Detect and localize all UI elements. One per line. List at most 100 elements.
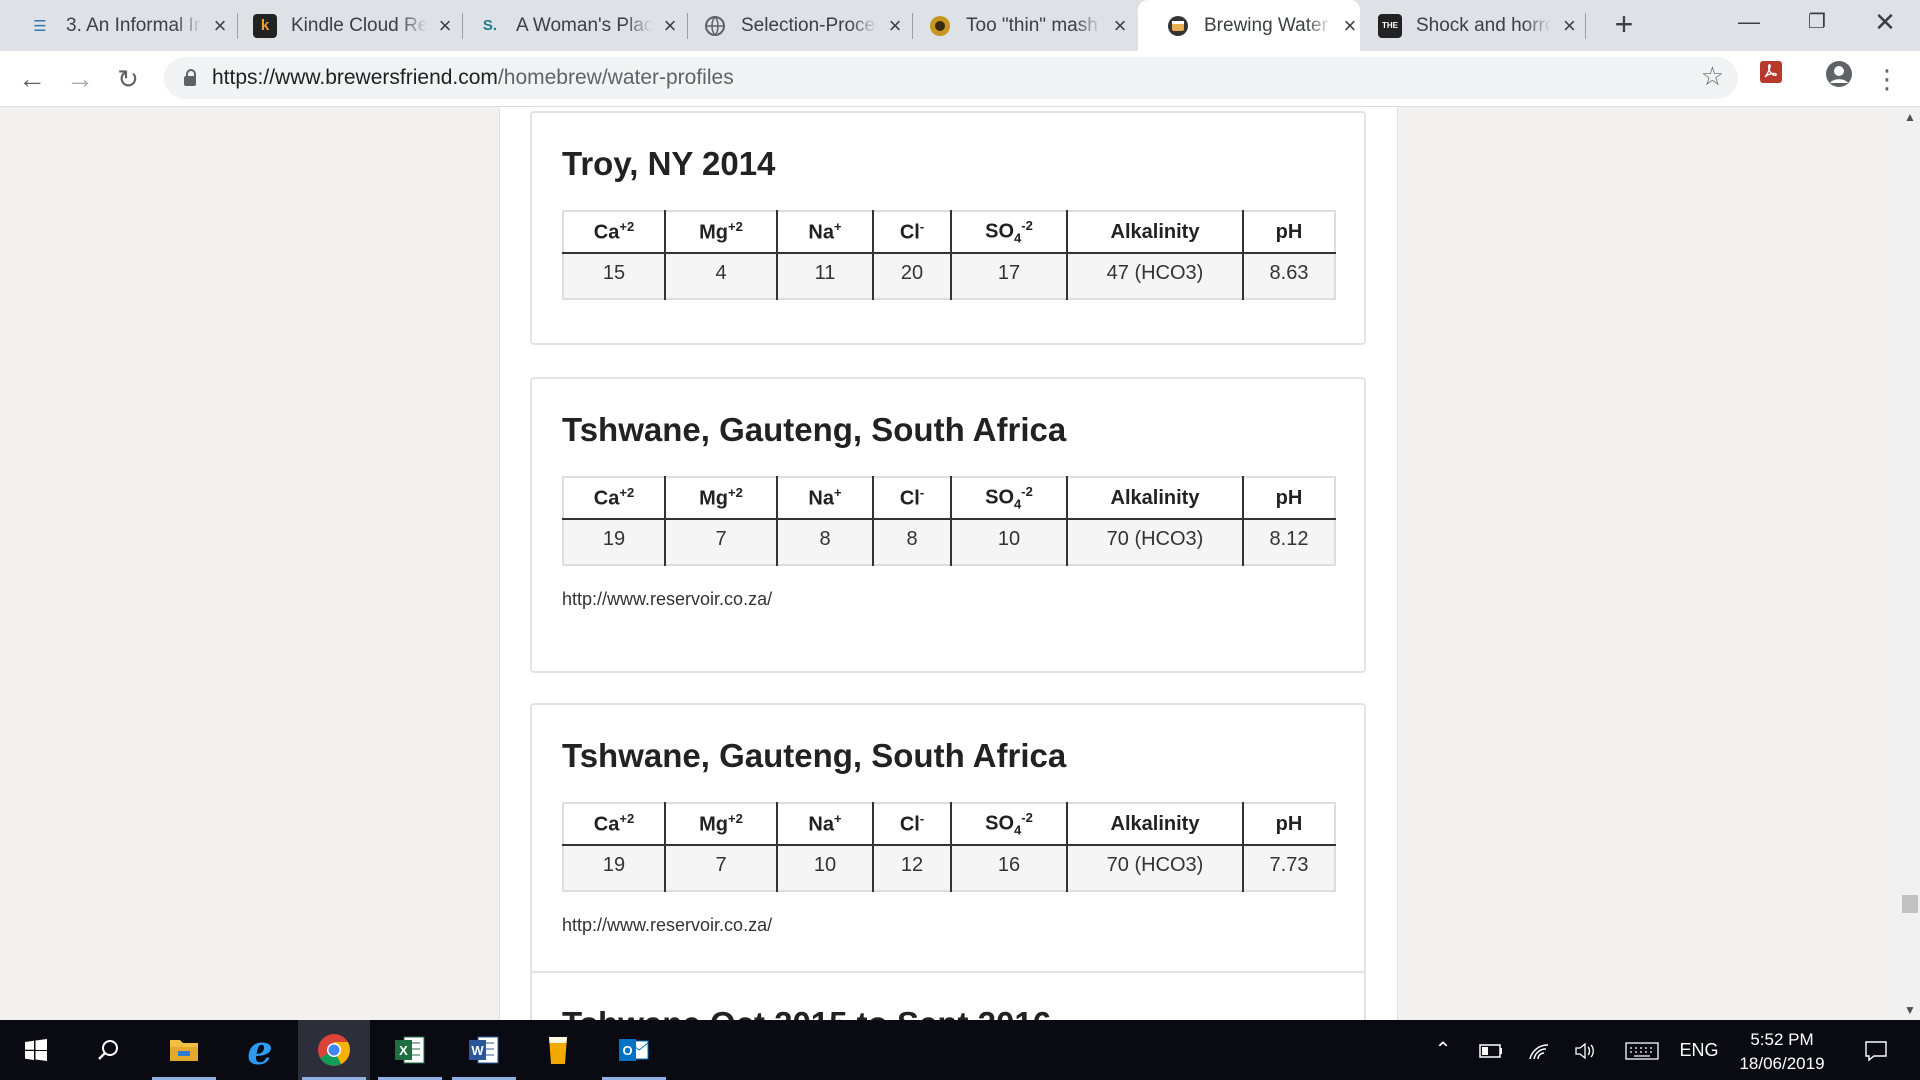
tab-separator — [1585, 13, 1586, 39]
table-row: 19 7 8 8 10 70 (HCO3) 8.12 — [563, 519, 1335, 565]
col-ca: Ca+2 — [563, 803, 666, 846]
forward-button[interactable]: → — [60, 59, 100, 99]
notifications-icon[interactable] — [1856, 1020, 1896, 1080]
page-viewport: Troy, NY 2014 Ca+2 Mg+2 Na+ Cl- SO4-2 Al… — [0, 107, 1900, 1020]
beer-icon[interactable] — [522, 1020, 594, 1080]
cell-ca: 15 — [563, 253, 666, 299]
col-na: Na+ — [777, 211, 874, 254]
show-hidden-icons-chevron-icon[interactable]: ⌃ — [1428, 1020, 1458, 1080]
table-row: 19 7 10 12 16 70 (HCO3) 7.73 — [563, 845, 1335, 891]
search-icon[interactable] — [72, 1020, 144, 1080]
water-profile-card: Tshwane, Gauteng, South Africa Ca+2 Mg+2… — [530, 377, 1366, 673]
col-ph: pH — [1243, 211, 1335, 254]
water-profile-table: Ca+2 Mg+2 Na+ Cl- SO4-2 Alkalinity pH 19… — [562, 802, 1336, 892]
minimize-button[interactable]: — — [1722, 0, 1776, 44]
word-icon[interactable]: W — [448, 1020, 520, 1080]
chrome-icon[interactable] — [298, 1020, 370, 1080]
clock[interactable]: 5:52 PM 18/06/2019 — [1720, 1028, 1844, 1076]
cell-na: 10 — [777, 845, 874, 891]
cell-alkalinity: 70 (HCO3) — [1067, 845, 1244, 891]
source-link[interactable]: http://www.reservoir.co.za/ — [562, 589, 772, 610]
content-column: Troy, NY 2014 Ca+2 Mg+2 Na+ Cl- SO4-2 Al… — [499, 107, 1398, 1020]
news-icon: THE — [1378, 13, 1402, 38]
back-button[interactable]: ← — [12, 59, 52, 99]
tab-title: Too "thin" mash — [966, 14, 1098, 36]
close-icon[interactable]: × — [1110, 13, 1130, 39]
start-icon[interactable] — [0, 1020, 72, 1080]
tab-selection-procedure[interactable]: Selection-Procedure × — [675, 0, 905, 51]
svg-text:O: O — [622, 1043, 632, 1058]
table-header-row: Ca+2 Mg+2 Na+ Cl- SO4-2 Alkalinity pH — [563, 211, 1335, 254]
col-na: Na+ — [777, 477, 874, 520]
col-cl: Cl- — [873, 803, 952, 846]
windows-taskbar: e X W O ⌃ ENG 5:52 PM 18/06/2019 — [0, 1020, 1920, 1080]
col-alkalinity: Alkalinity — [1067, 477, 1244, 520]
tab-brewing-water-profiles[interactable]: Brewing Water Profiles × — [1138, 0, 1360, 51]
wifi-icon[interactable] — [1524, 1020, 1554, 1080]
scroll-up-arrow-icon[interactable]: ▲ — [1900, 107, 1920, 127]
cell-so4: 10 — [951, 519, 1068, 565]
restore-button[interactable]: ❐ — [1790, 0, 1844, 44]
tab-kindle[interactable]: k Kindle Cloud Reader × — [225, 0, 455, 51]
water-profile-table: Ca+2 Mg+2 Na+ Cl- SO4-2 Alkalinity pH 15… — [562, 210, 1336, 300]
scribd-icon: S. — [482, 17, 498, 34]
tab-title: Selection-Procedure — [741, 14, 877, 36]
address-bar[interactable]: https://www.brewersfriend.com/homebrew/w… — [164, 57, 1738, 99]
cell-ph: 8.12 — [1269, 527, 1309, 550]
cell-ca: 19 — [563, 519, 666, 565]
url-text[interactable]: https://www.brewersfriend.com/homebrew/w… — [212, 66, 734, 90]
cell-so4: 16 — [951, 845, 1068, 891]
internet-explorer-icon[interactable]: e — [224, 1020, 296, 1080]
clock-date: 18/06/2019 — [1739, 1054, 1825, 1073]
excel-icon[interactable]: X — [374, 1020, 446, 1080]
language-indicator[interactable]: ENG — [1674, 1020, 1724, 1080]
tab-python-docs[interactable]: ☰ 3. An Informal Introduction × — [0, 0, 230, 51]
col-na: Na+ — [777, 803, 874, 846]
outlook-icon[interactable]: O — [598, 1020, 670, 1080]
col-so4: SO4-2 — [951, 477, 1068, 520]
url-host: https://www.brewersfriend.com — [212, 66, 498, 89]
water-profile-card: Tshwane Oct 2015 to Sept 2016 — [530, 971, 1366, 1020]
profile-title: Tshwane, Gauteng, South Africa — [562, 411, 1067, 448]
source-link[interactable]: http://www.reservoir.co.za/ — [562, 915, 772, 936]
tab-homebrewtalk[interactable]: Too "thin" mash × — [900, 0, 1130, 51]
water-profile-card: Tshwane, Gauteng, South Africa Ca+2 Mg+2… — [530, 703, 1366, 999]
battery-icon[interactable] — [1476, 1020, 1506, 1080]
cell-ph: 7.73 — [1269, 853, 1309, 876]
tab-scribd[interactable]: S. A Woman's Place × — [450, 0, 680, 51]
reload-button[interactable]: ↻ — [108, 59, 148, 99]
table-header-row: Ca+2 Mg+2 Na+ Cl- SO4-2 Alkalinity pH — [563, 803, 1335, 846]
profile-title: Tshwane Oct 2015 to Sept 2016 — [562, 1005, 1051, 1020]
cell-alkalinity: 47 (HCO3) — [1067, 253, 1244, 299]
kindle-icon: k — [253, 13, 277, 38]
col-mg: Mg+2 — [665, 803, 778, 846]
cell-cl: 12 — [873, 845, 952, 891]
tab-shock-and-horror[interactable]: THE Shock and horror × — [1350, 0, 1580, 51]
scroll-thumb[interactable] — [1902, 895, 1918, 913]
bookmark-star-icon[interactable]: ☆ — [1701, 61, 1724, 92]
col-cl: Cl- — [873, 477, 952, 520]
tab-title: A Woman's Place — [516, 14, 653, 36]
cell-na: 11 — [777, 253, 874, 299]
scroll-down-arrow-icon[interactable]: ▼ — [1900, 1000, 1920, 1020]
keyboard-icon[interactable] — [1622, 1020, 1662, 1080]
cell-na: 8 — [777, 519, 874, 565]
col-ca: Ca+2 — [563, 211, 666, 254]
new-tab-button[interactable]: + — [1604, 4, 1644, 44]
tab-title: Kindle Cloud Reader — [291, 14, 428, 36]
close-window-button[interactable]: ✕ — [1858, 0, 1912, 44]
cell-alkalinity: 70 (HCO3) — [1067, 519, 1244, 565]
cell-ca: 19 — [563, 845, 666, 891]
account-icon[interactable] — [1820, 60, 1858, 98]
homebrewtalk-icon — [928, 14, 952, 38]
col-so4: SO4-2 — [951, 803, 1068, 846]
brewersfriend-icon — [1166, 14, 1190, 38]
file-explorer-icon[interactable] — [148, 1020, 220, 1080]
clock-time: 5:52 PM — [1750, 1030, 1814, 1049]
volume-icon[interactable] — [1570, 1020, 1600, 1080]
col-mg: Mg+2 — [665, 477, 778, 520]
close-icon[interactable]: × — [1559, 13, 1580, 39]
pdf-extension-icon[interactable] — [1752, 60, 1790, 98]
menu-kebab-icon[interactable]: ⋮ — [1868, 60, 1906, 98]
page-scrollbar[interactable]: ▲ ▼ — [1900, 107, 1920, 1020]
